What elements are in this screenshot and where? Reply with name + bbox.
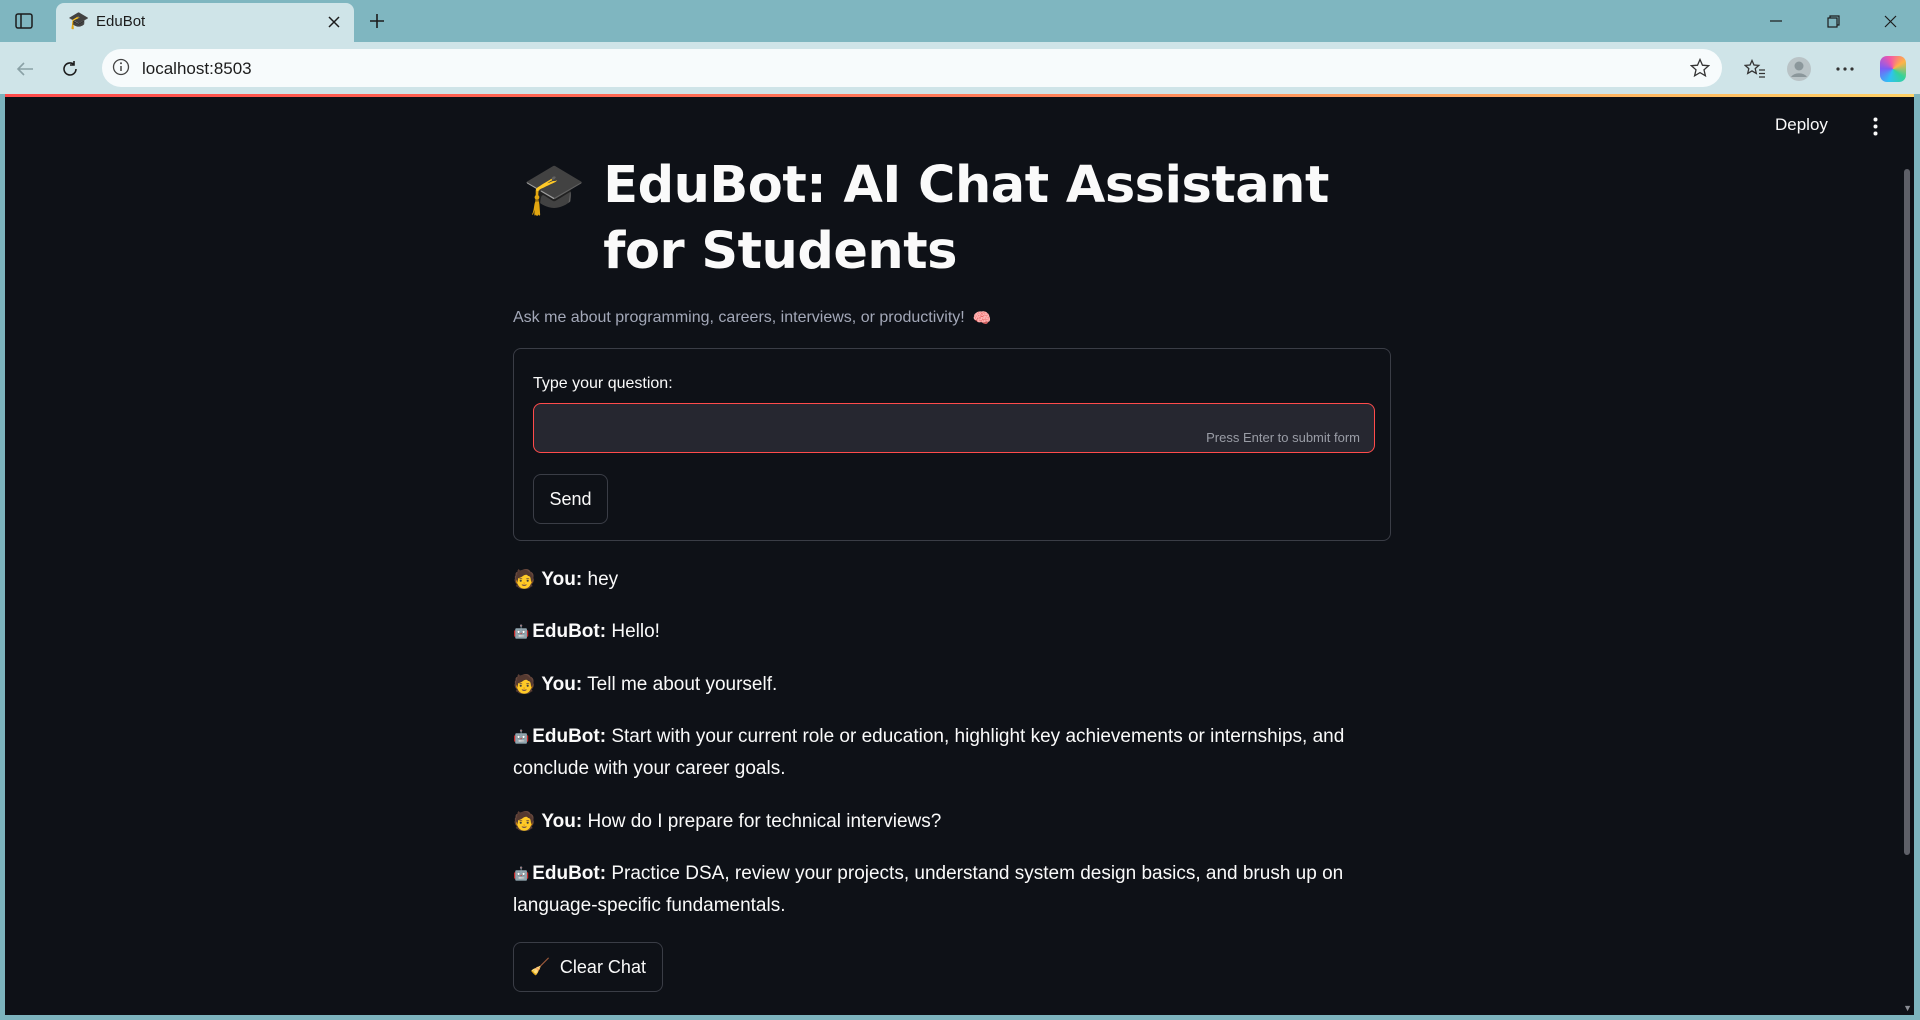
- graduation-cap-icon: 🎓: [523, 161, 586, 217]
- browser-tab[interactable]: 🎓 EduBot: [56, 3, 354, 42]
- minimize-icon[interactable]: [1756, 8, 1796, 34]
- favorites-icon[interactable]: [1739, 53, 1771, 85]
- message-text: Practice DSA, review your projects, unde…: [513, 863, 1344, 916]
- robot-icon: 🤖: [513, 729, 530, 744]
- kebab-menu-icon[interactable]: [1865, 113, 1885, 139]
- bot-message: 🤖 EduBot: Practice DSA, review your proje…: [513, 858, 1393, 922]
- browser-toolbar: localhost:8503: [0, 42, 1920, 94]
- back-arrow-icon[interactable]: [10, 54, 40, 84]
- bot-message: 🤖 EduBot: Start with your current role or…: [513, 721, 1393, 785]
- send-button[interactable]: Send: [533, 474, 608, 524]
- window-close-icon[interactable]: [1870, 8, 1910, 34]
- broom-icon: 🧹: [530, 959, 550, 976]
- question-label: Type your question:: [533, 375, 673, 392]
- message-text: hey: [587, 569, 619, 590]
- tab-title: EduBot: [96, 13, 146, 30]
- user-avatar-icon: 🧑: [513, 569, 536, 589]
- more-icon[interactable]: [1829, 53, 1861, 85]
- user-message: 🧑 You: hey: [513, 563, 1393, 596]
- clear-chat-label: Clear Chat: [559, 956, 646, 977]
- question-form: Type your question: Press Enter to submi…: [513, 348, 1391, 541]
- reload-icon[interactable]: [55, 54, 85, 84]
- main-content: 🎓 EduBot: AI Chat Assistant for Students…: [513, 153, 1393, 992]
- message-text: Hello!: [611, 621, 660, 642]
- clear-chat-button[interactable]: 🧹 Clear Chat: [513, 942, 663, 992]
- message-text: Start with your current role or educatio…: [513, 726, 1345, 779]
- plus-icon[interactable]: [364, 8, 390, 34]
- user-message: 🧑 You: Tell me about yourself.: [513, 668, 1393, 701]
- user-avatar-icon: 🧑: [513, 674, 536, 694]
- page-title: EduBot: AI Chat Assistant for Students: [603, 156, 1329, 281]
- speaker-label: EduBot:: [532, 621, 607, 642]
- submit-hint: Press Enter to submit form: [1206, 430, 1360, 445]
- info-icon[interactable]: [112, 58, 130, 81]
- sidebar-toggle-icon[interactable]: [12, 10, 36, 32]
- close-icon[interactable]: [322, 10, 346, 34]
- speaker-label: EduBot:: [532, 863, 607, 884]
- scroll-down-icon[interactable]: ▼: [1903, 1003, 1912, 1013]
- restore-icon[interactable]: [1813, 8, 1853, 34]
- chat-history: 🧑 You: hey 🤖 EduBot: Hello! 🧑 You: Tell me ab…: [513, 563, 1393, 922]
- title-bar: 🎓 EduBot: [0, 0, 1920, 42]
- deploy-button[interactable]: Deploy: [1775, 115, 1828, 135]
- robot-icon: 🤖: [513, 866, 530, 881]
- brain-icon: 🧠: [972, 310, 992, 327]
- user-avatar-icon: 🧑: [513, 811, 536, 831]
- subtitle-text: Ask me about programming, careers, inter…: [513, 309, 965, 326]
- profile-icon[interactable]: [1783, 53, 1815, 85]
- message-text: Tell me about yourself.: [587, 674, 778, 695]
- address-bar[interactable]: localhost:8503: [102, 49, 1722, 87]
- speaker-label: EduBot:: [532, 726, 607, 747]
- graduation-cap-icon: 🎓: [68, 11, 90, 30]
- page-title-row: 🎓 EduBot: AI Chat Assistant for Students: [513, 153, 1393, 285]
- question-input[interactable]: [533, 403, 1375, 453]
- copilot-icon[interactable]: [1877, 53, 1909, 85]
- speaker-label: You:: [541, 674, 583, 695]
- subtitle: Ask me about programming, careers, inter…: [513, 309, 1393, 327]
- robot-icon: 🤖: [513, 624, 530, 639]
- message-text: How do I prepare for technical interview…: [587, 811, 942, 832]
- url-text[interactable]: localhost:8503: [142, 59, 252, 79]
- user-message: 🧑 You: How do I prepare for technical int…: [513, 805, 1393, 838]
- scrollbar[interactable]: [1904, 169, 1910, 855]
- speaker-label: You:: [541, 811, 583, 832]
- star-icon[interactable]: [1689, 57, 1711, 83]
- app-viewport: Deploy 🎓 EduBot: AI Chat Assistant for S…: [5, 97, 1914, 1015]
- speaker-label: You:: [541, 569, 583, 590]
- bot-message: 🤖 EduBot: Hello!: [513, 616, 1393, 648]
